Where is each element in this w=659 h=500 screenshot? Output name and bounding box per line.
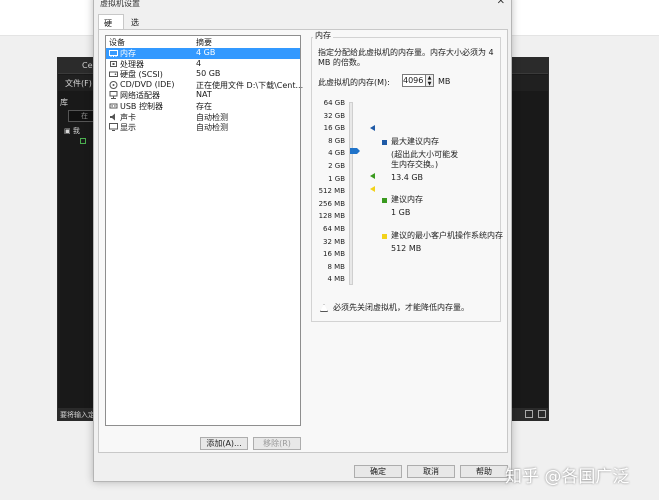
device-name: CD/DVD (IDE) — [120, 79, 175, 89]
recommended-memory-legend-icon — [382, 198, 387, 203]
scale-label: 1 GB — [328, 174, 345, 183]
memory-icon — [109, 49, 118, 57]
device-summary: 4 GB — [196, 48, 216, 57]
memory-unit: MB — [438, 77, 451, 86]
device-row-memory[interactable]: 内存 4 GB — [106, 48, 300, 59]
device-name: 硬盘 (SCSI) — [120, 70, 163, 80]
column-device[interactable]: 设备 — [109, 37, 125, 48]
scale-label: 512 MB — [318, 187, 345, 196]
remove-device-button[interactable]: 移除(R) — [253, 437, 301, 450]
unity-icon[interactable] — [538, 410, 546, 418]
recommended-memory-marker-icon — [370, 173, 375, 179]
library-label: 库 — [60, 98, 68, 107]
display-icon — [109, 123, 118, 132]
scale-label: 128 MB — [318, 212, 345, 221]
scale-label: 64 MB — [323, 225, 345, 233]
device-list[interactable]: 设备 摘要 内存 4 GB 处理器 4 硬盘 (SCSI) 50 GB CD/D… — [105, 35, 304, 426]
vm-icon — [80, 138, 86, 144]
device-name: USB 控制器 — [120, 102, 163, 111]
device-name: 网络适配器 — [120, 91, 160, 101]
device-summary: 自动检测 — [196, 112, 228, 122]
scale-label: 8 GB — [328, 136, 345, 145]
close-icon[interactable]: ✕ — [497, 0, 505, 7]
device-row-cpu[interactable]: 处理器 4 — [106, 59, 300, 70]
memory-spinner[interactable]: ▲ ▼ — [426, 74, 434, 87]
device-row-display[interactable]: 显示 自动检测 — [106, 122, 300, 133]
device-row-cd-dvd[interactable]: CD/DVD (IDE) 正在使用文件 D:\下载\Cent... — [106, 79, 304, 91]
device-summary: 4 — [196, 58, 202, 68]
sound-icon — [109, 113, 118, 121]
min-memory-legend-icon — [382, 234, 387, 239]
max-memory-label: 最大建议内存 — [391, 137, 439, 146]
vm-settings-dialog: 虚拟机设置 ✕ 硬件 选项 设备 摘要 内存 4 GB 处理器 4 硬盘 (SC… — [93, 0, 512, 482]
device-name: 声卡 — [120, 112, 136, 122]
memory-scale: 64 GB 32 GB 16 GB 8 GB 4 GB 2 GB 1 GB 51… — [305, 0, 345, 475]
min-memory-label: 建议的最小客户机操作系统内存 — [391, 231, 503, 240]
menu-file[interactable]: 文件(F) — [65, 78, 92, 89]
device-row-sound[interactable]: 声卡 自动检测 — [106, 112, 300, 123]
network-icon — [109, 91, 118, 100]
cpu-icon — [109, 60, 118, 68]
device-row-disk[interactable]: 硬盘 (SCSI) 50 GB — [106, 69, 300, 80]
library-search-input[interactable]: 在 — [68, 110, 94, 122]
watermark: 知乎 @各国广泛 — [505, 467, 630, 487]
device-name: 处理器 — [120, 59, 144, 69]
scale-label: 32 MB — [323, 237, 345, 246]
device-summary: 自动检测 — [196, 123, 228, 133]
library-tree-label: 我 — [72, 127, 80, 135]
min-memory-marker-icon — [370, 186, 375, 192]
memory-input[interactable]: 4096 — [402, 74, 426, 87]
add-device-button[interactable]: 添加(A)... — [200, 437, 248, 450]
scale-label: 2 GB — [328, 162, 345, 170]
scale-label: 4 MB — [327, 275, 345, 284]
help-button[interactable]: 帮助 — [460, 465, 508, 478]
library-tree-root[interactable]: ▣ 我 — [64, 126, 80, 136]
max-memory-note: (超出此大小可能发生内存交换。) — [391, 150, 459, 169]
memory-description: 指定分配给此虚拟机的内存量。内存大小必须为 4 MB 的倍数。 — [318, 48, 494, 67]
max-memory-marker-icon — [370, 125, 375, 131]
device-summary: 正在使用文件 D:\下载\Cent... — [196, 80, 304, 90]
scale-label: 32 GB — [323, 111, 345, 120]
scale-label: 256 MB — [318, 199, 345, 208]
device-row-network[interactable]: 网络适配器 NAT — [106, 90, 300, 101]
dialog-title: 虚拟机设置 — [100, 0, 140, 8]
device-summary: NAT — [196, 90, 212, 100]
computer-icon: ▣ — [64, 127, 73, 135]
device-row-usb[interactable]: USB 控制器 存在 — [106, 101, 300, 112]
max-memory-legend-icon — [382, 140, 387, 145]
tab-hardware[interactable]: 硬件 — [98, 14, 124, 39]
recommended-memory-value: 1 GB — [391, 208, 411, 217]
memory-warning: 必须先关闭虚拟机，才能降低内存量。 — [333, 303, 469, 312]
min-memory-value: 512 MB — [391, 244, 422, 253]
background-status-text: 要将输入定 — [60, 411, 95, 419]
column-summary[interactable]: 摘要 — [196, 37, 212, 48]
scale-label: 8 MB — [327, 262, 345, 271]
disk-icon — [109, 70, 118, 78]
max-memory-value: 13.4 GB — [391, 173, 424, 182]
library-search-text: 在 — [81, 112, 88, 120]
cd-icon — [109, 80, 118, 89]
cancel-button[interactable]: 取消 — [407, 465, 455, 478]
device-summary: 存在 — [196, 102, 212, 111]
spin-down-icon[interactable]: ▼ — [428, 81, 432, 87]
device-summary: 50 GB — [196, 69, 221, 79]
fullscreen-icon[interactable] — [525, 410, 533, 418]
device-list-header: 设备 摘要 — [106, 36, 300, 48]
tab-options[interactable]: 选项 — [126, 14, 148, 38]
device-name: 显示 — [120, 123, 136, 133]
device-name: 内存 — [120, 49, 136, 58]
scale-label: 64 GB — [323, 99, 345, 107]
usb-icon — [109, 102, 118, 110]
ok-button[interactable]: 确定 — [354, 465, 402, 478]
scale-label: 16 MB — [323, 250, 345, 259]
memory-slider-track[interactable] — [349, 102, 353, 285]
scale-label: 16 GB — [323, 124, 345, 133]
scale-label: 4 GB — [328, 149, 345, 158]
recommended-memory-label: 建议内存 — [391, 195, 423, 204]
